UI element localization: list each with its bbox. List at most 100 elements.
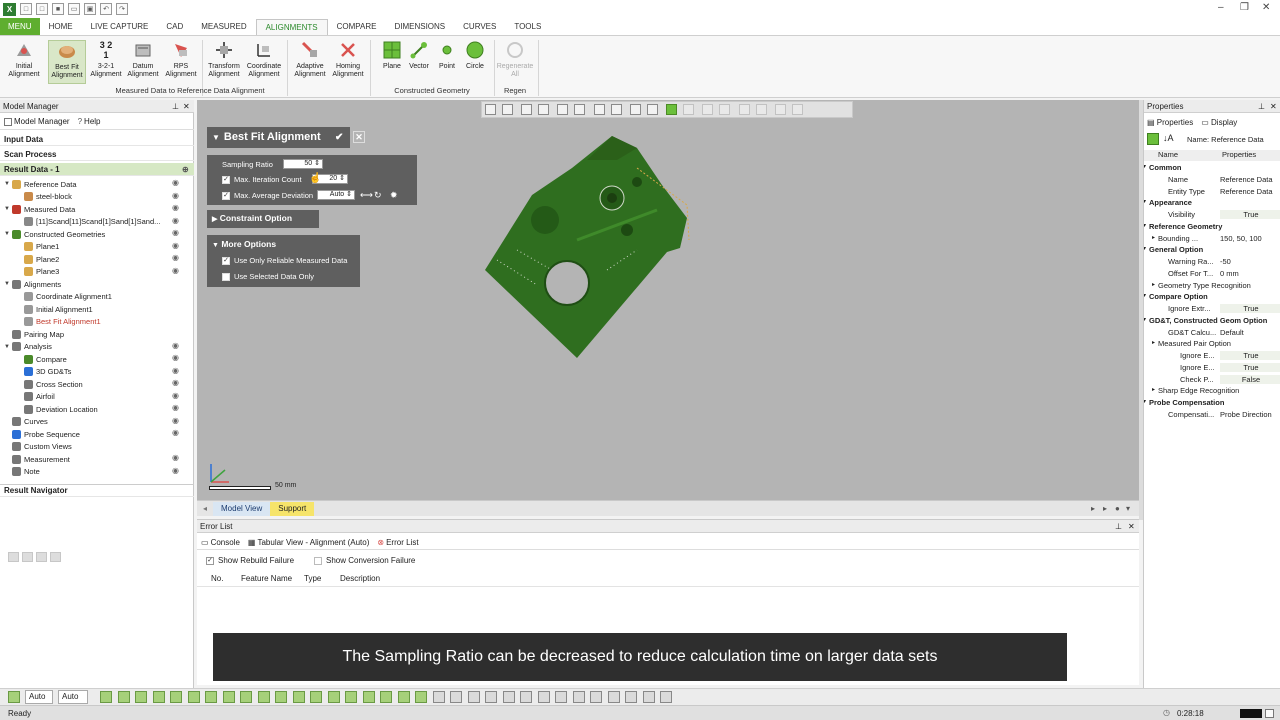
- property-row[interactable]: Ignore E... True: [1144, 351, 1280, 362]
- scroll-left-icon[interactable]: ◂: [197, 504, 213, 513]
- tab-model-manager[interactable]: Model Manager: [0, 117, 74, 126]
- tree-item-custom-views[interactable]: Custom Views: [4, 441, 72, 453]
- use-reliable-checkbox[interactable]: ✓: [222, 256, 230, 265]
- expand-toggle-icon[interactable]: ▼: [4, 281, 12, 287]
- visibility-eye-icon[interactable]: ◉: [172, 341, 179, 350]
- toolbar-tool-icon[interactable]: [467, 691, 480, 703]
- property-category[interactable]: ▾ Probe Compensation: [1144, 398, 1280, 409]
- undo-icon[interactable]: ↶: [100, 3, 112, 15]
- menu-button[interactable]: MENU: [0, 18, 40, 35]
- tree-item-probe-sequence[interactable]: Probe Sequence: [4, 428, 80, 440]
- property-row[interactable]: Ignore E... True: [1144, 362, 1280, 374]
- close-panel-icon[interactable]: ✕: [183, 102, 190, 111]
- toolbar-tool-icon[interactable]: [450, 691, 462, 703]
- redo-icon[interactable]: ↷: [116, 3, 128, 15]
- property-row[interactable]: Visibility True: [1144, 210, 1280, 221]
- toolbar-tool-icon[interactable]: [100, 691, 112, 703]
- property-category[interactable]: ▾ GD&T, Constructed Geom Option: [1144, 316, 1280, 327]
- save-icon[interactable]: ■: [52, 3, 64, 15]
- close-panel-icon[interactable]: ✕: [1270, 102, 1277, 111]
- pin-icon[interactable]: ⊥: [1115, 522, 1122, 531]
- coordinate-alignment-button[interactable]: Coordinate Alignment: [245, 40, 283, 84]
- new-file-icon[interactable]: □: [20, 3, 32, 15]
- property-row[interactable]: Offset For T... 0 mm: [1144, 269, 1280, 280]
- tab-tabular-view[interactable]: ▦ Tabular View - Alignment (Auto): [244, 538, 373, 547]
- 3d-viewport[interactable]: ▼ Best Fit Alignment ✔ ✕ Sampling Ratio …: [197, 100, 1139, 500]
- section-input-data[interactable]: Input Data: [0, 133, 194, 146]
- cancel-icon[interactable]: ✕: [353, 131, 365, 143]
- column-description[interactable]: Description: [340, 574, 380, 583]
- view-tool-icon[interactable]: [666, 104, 678, 115]
- view-tool-icon[interactable]: [557, 104, 569, 115]
- toolbar-tool-icon[interactable]: [380, 691, 392, 703]
- tab-tools[interactable]: TOOLS: [505, 18, 550, 35]
- property-category[interactable]: ▾ General Option: [1144, 245, 1280, 256]
- property-row[interactable]: Check P... False: [1144, 374, 1280, 386]
- initial-alignment-button[interactable]: Initial Alignment: [5, 40, 43, 84]
- tree-item-compare[interactable]: Compare: [16, 353, 67, 365]
- view-record-icon[interactable]: ●: [1115, 504, 1120, 513]
- view-tool-icon[interactable]: [610, 104, 622, 115]
- view-tool-icon[interactable]: [574, 104, 586, 115]
- visibility-eye-icon[interactable]: ◉: [172, 178, 179, 187]
- view-tool-icon[interactable]: [719, 104, 731, 115]
- toolbar-tool-icon[interactable]: [257, 691, 270, 703]
- datum-alignment-button[interactable]: Datum Alignment: [124, 40, 162, 84]
- show-conversion-checkbox[interactable]: [314, 556, 322, 565]
- toolbar-tool-icon[interactable]: [152, 691, 165, 703]
- tab-support[interactable]: Support: [270, 501, 315, 516]
- ok-icon[interactable]: ✔: [335, 132, 343, 143]
- tab-live-capture[interactable]: LIVE CAPTURE: [82, 18, 158, 35]
- homing-alignment-button[interactable]: Homing Alignment: [329, 40, 367, 84]
- transform-alignment-button[interactable]: Transform Alignment: [205, 40, 243, 84]
- pin-icon[interactable]: ⊥: [172, 102, 179, 111]
- selection-mode-select[interactable]: Auto: [25, 690, 53, 704]
- show-rebuild-checkbox[interactable]: ✓: [206, 556, 214, 565]
- tab-home[interactable]: HOME: [40, 18, 82, 35]
- toolbar-tool-icon[interactable]: [187, 691, 200, 703]
- column-type[interactable]: Type: [304, 574, 321, 583]
- toolbar-tool-icon[interactable]: [327, 691, 340, 703]
- minimize-icon[interactable]: –: [1218, 2, 1224, 13]
- visibility-eye-icon[interactable]: ◉: [172, 353, 179, 362]
- toolbar-tool-icon[interactable]: [572, 691, 585, 703]
- toolbar-tool-icon[interactable]: [485, 691, 497, 703]
- toolbar-tool-icon[interactable]: [310, 691, 322, 703]
- rps-alignment-button[interactable]: RPS Alignment: [162, 40, 200, 84]
- view-tool-icon[interactable]: [485, 104, 496, 115]
- tree-item-cross-section[interactable]: Cross Section: [16, 378, 83, 390]
- tab-compare[interactable]: COMPARE: [328, 18, 386, 35]
- toolbar-tool-icon[interactable]: [502, 691, 515, 703]
- nav-icon-1[interactable]: [8, 552, 19, 562]
- restore-icon[interactable]: ❐: [1240, 2, 1249, 13]
- toolbar-tool-icon[interactable]: [240, 691, 252, 703]
- visibility-eye-icon[interactable]: ◉: [172, 428, 179, 437]
- result-options-icon[interactable]: ⊕: [182, 165, 189, 174]
- property-row[interactable]: ▸ Bounding ... 150, 50, 100: [1144, 234, 1280, 245]
- toolbar-tool-icon[interactable]: [590, 691, 602, 703]
- column-feature-name[interactable]: Feature Name: [241, 574, 292, 583]
- section-result-navigator[interactable]: Result Navigator: [0, 484, 194, 497]
- use-selected-checkbox[interactable]: [222, 272, 230, 281]
- property-category[interactable]: ▾ Reference Geometry: [1144, 222, 1280, 233]
- tab-error-list[interactable]: ⊗ Error List: [373, 538, 422, 547]
- filter-mode-select[interactable]: Auto: [58, 690, 88, 704]
- tree-item-best-fit-alignment1[interactable]: Best Fit Alignment1: [16, 316, 101, 328]
- expand-toggle-icon[interactable]: ▸: [1152, 234, 1155, 241]
- toolbar-tool-icon[interactable]: [432, 691, 445, 703]
- property-row[interactable]: ▸ Measured Pair Option: [1144, 339, 1280, 350]
- view-menu-icon[interactable]: ▾: [1126, 504, 1130, 513]
- tab-properties[interactable]: ▤ Properties: [1147, 118, 1193, 127]
- tree-item-coordinate-alignment1[interactable]: Coordinate Alignment1: [16, 291, 112, 303]
- tree-item-deviation-location[interactable]: Deviation Location: [16, 403, 98, 415]
- circle-button[interactable]: Circle: [456, 40, 494, 84]
- nav-icon-3[interactable]: [36, 552, 47, 562]
- property-row[interactable]: Entity Type Reference Data: [1144, 187, 1280, 198]
- property-row[interactable]: GD&T Calcu... Default: [1144, 328, 1280, 339]
- expand-toggle-icon[interactable]: ▾: [1144, 316, 1146, 323]
- collapse-icon[interactable]: ▼: [212, 133, 220, 142]
- tab-curves[interactable]: CURVES: [454, 18, 505, 35]
- visibility-eye-icon[interactable]: ◉: [172, 241, 179, 250]
- view-tool-icon[interactable]: [646, 104, 658, 115]
- tree-item-measurement[interactable]: Measurement: [4, 453, 70, 465]
